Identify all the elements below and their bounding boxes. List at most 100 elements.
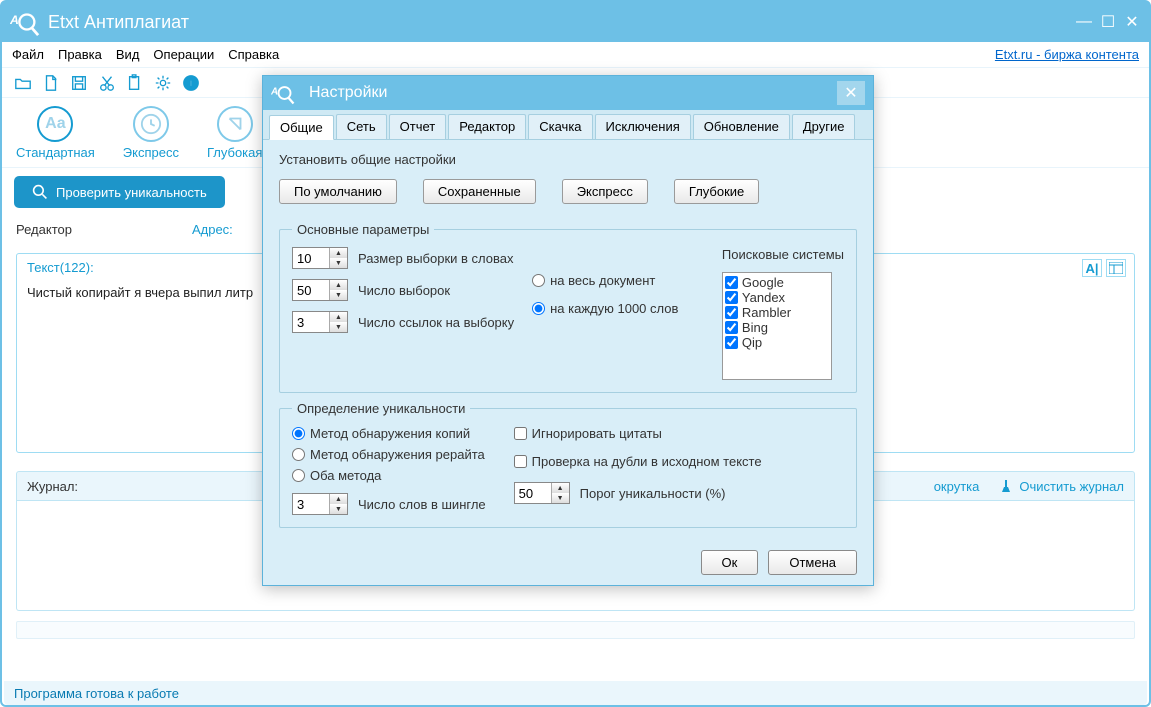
preset-express-button[interactable]: Экспресс (562, 179, 648, 204)
spin-down-icon[interactable]: ▼ (552, 493, 569, 503)
maximize-button[interactable]: ☐ (1099, 12, 1117, 32)
links-count-spin[interactable]: ▲▼ (292, 311, 348, 333)
se-bing-checkbox[interactable]: Bing (725, 320, 829, 335)
cut-icon[interactable] (98, 74, 116, 92)
method-copy-radio[interactable]: Метод обнаружения копий (292, 426, 486, 441)
sample-count-spin[interactable]: ▲▼ (292, 279, 348, 301)
settings-icon[interactable] (154, 74, 172, 92)
threshold-label: Порог уникальности (%) (580, 486, 726, 501)
title-bar: A Etxt Антиплагиат — ☐ ✕ (2, 2, 1149, 42)
sample-size-input[interactable] (293, 248, 329, 268)
preset-saved-button[interactable]: Сохраненные (423, 179, 536, 204)
se-yandex-checkbox[interactable]: Yandex (725, 290, 829, 305)
scope-whole-radio[interactable]: на весь документ (532, 273, 678, 288)
tab-exclude[interactable]: Исключения (595, 114, 691, 139)
progress-bar (16, 621, 1135, 639)
tab-editor[interactable]: Редактор (448, 114, 526, 139)
new-file-icon[interactable] (42, 74, 60, 92)
se-rambler-checkbox[interactable]: Rambler (725, 305, 829, 320)
tab-download[interactable]: Скачка (528, 114, 592, 139)
dialog-close-button[interactable]: ✕ (837, 81, 865, 105)
spin-down-icon[interactable]: ▼ (330, 504, 347, 514)
mode-deep[interactable]: Глубокая (207, 106, 262, 160)
preset-default-button[interactable]: По умолчанию (279, 179, 397, 204)
autoscroll-link[interactable]: окрутка (934, 479, 980, 494)
spin-up-icon[interactable]: ▲ (330, 248, 347, 258)
spin-up-icon[interactable]: ▲ (330, 280, 347, 290)
threshold-input[interactable] (515, 483, 551, 503)
settings-dialog: A Настройки ✕ Общие Сеть Отчет Редактор … (262, 75, 874, 586)
basic-params-group: Основные параметры ▲▼ Размер выборки в с… (279, 222, 857, 393)
search-engines-label: Поисковые системы (722, 247, 844, 262)
uniqueness-legend: Определение уникальности (292, 401, 470, 416)
check-dups-checkbox[interactable]: Проверка на дубли в исходном тексте (514, 454, 762, 469)
sample-count-label: Число выборок (358, 283, 450, 298)
info-icon[interactable]: i (182, 74, 200, 92)
check-uniqueness-button[interactable]: Проверить уникальность (14, 176, 225, 208)
method-both-radio[interactable]: Оба метода (292, 468, 486, 483)
menu-operations[interactable]: Операции (153, 47, 214, 62)
dialog-title: Настройки (309, 84, 387, 102)
sample-count-input[interactable] (293, 280, 329, 300)
address-label: Адрес: (192, 222, 233, 237)
paste-icon[interactable] (126, 74, 144, 92)
shingle-input[interactable] (293, 494, 329, 514)
save-icon[interactable] (70, 74, 88, 92)
editor-label: Редактор (16, 222, 72, 237)
clear-journal-link[interactable]: Очистить журнал (999, 479, 1124, 494)
mode-standard-label: Стандартная (16, 145, 95, 160)
open-icon[interactable] (14, 74, 32, 92)
tab-other[interactable]: Другие (792, 114, 856, 139)
spin-up-icon[interactable]: ▲ (552, 483, 569, 493)
basic-params-legend: Основные параметры (292, 222, 434, 237)
search-engines-list[interactable]: Google Yandex Rambler Bing Qip (722, 272, 832, 380)
dialog-title-bar: A Настройки ✕ (263, 76, 873, 110)
menu-edit[interactable]: Правка (58, 47, 102, 62)
mode-deep-label: Глубокая (207, 145, 262, 160)
app-icon: A (10, 7, 40, 37)
sample-size-label: Размер выборки в словах (358, 251, 513, 266)
dialog-tabs: Общие Сеть Отчет Редактор Скачка Исключе… (263, 110, 873, 140)
scope-per1000-radio[interactable]: на каждую 1000 слов (532, 301, 678, 316)
svg-text:A: A (271, 87, 278, 98)
spin-down-icon[interactable]: ▼ (330, 290, 347, 300)
mode-standard[interactable]: Aa Стандартная (16, 106, 95, 160)
method-rewrite-radio[interactable]: Метод обнаружения рерайта (292, 447, 486, 462)
layout-icon[interactable] (1106, 259, 1126, 277)
cancel-button[interactable]: Отмена (768, 550, 857, 575)
text-select-icon[interactable]: A| (1082, 259, 1102, 277)
menu-file[interactable]: Файл (12, 47, 44, 62)
sample-size-spin[interactable]: ▲▼ (292, 247, 348, 269)
preset-deep-button[interactable]: Глубокие (674, 179, 759, 204)
tab-network[interactable]: Сеть (336, 114, 387, 139)
close-button[interactable]: ✕ (1123, 12, 1141, 32)
se-google-checkbox[interactable]: Google (725, 275, 829, 290)
dialog-icon: A (271, 81, 295, 105)
svg-text:A: A (10, 13, 19, 27)
spin-up-icon[interactable]: ▲ (330, 312, 347, 322)
status-bar: Программа готова к работе (4, 681, 1147, 705)
broom-icon (999, 479, 1013, 493)
etxt-link[interactable]: Etxt.ru - биржа контента (995, 47, 1139, 62)
presets-label: Установить общие настройки (279, 152, 857, 167)
search-icon (32, 184, 48, 200)
threshold-spin[interactable]: ▲▼ (514, 482, 570, 504)
se-qip-checkbox[interactable]: Qip (725, 335, 829, 350)
tab-report[interactable]: Отчет (389, 114, 447, 139)
spin-up-icon[interactable]: ▲ (330, 494, 347, 504)
menu-help[interactable]: Справка (228, 47, 279, 62)
links-count-input[interactable] (293, 312, 329, 332)
links-count-label: Число ссылок на выборку (358, 315, 514, 330)
ignore-quotes-checkbox[interactable]: Игнорировать цитаты (514, 426, 762, 441)
mode-express-label: Экспресс (123, 145, 179, 160)
minimize-button[interactable]: — (1075, 13, 1093, 31)
ok-button[interactable]: Ок (701, 550, 759, 575)
mode-express[interactable]: Экспресс (123, 106, 179, 160)
uniqueness-group: Определение уникальности Метод обнаружен… (279, 401, 857, 528)
tab-general[interactable]: Общие (269, 115, 334, 140)
tab-update[interactable]: Обновление (693, 114, 790, 139)
menu-view[interactable]: Вид (116, 47, 140, 62)
spin-down-icon[interactable]: ▼ (330, 258, 347, 268)
shingle-spin[interactable]: ▲▼ (292, 493, 348, 515)
spin-down-icon[interactable]: ▼ (330, 322, 347, 332)
